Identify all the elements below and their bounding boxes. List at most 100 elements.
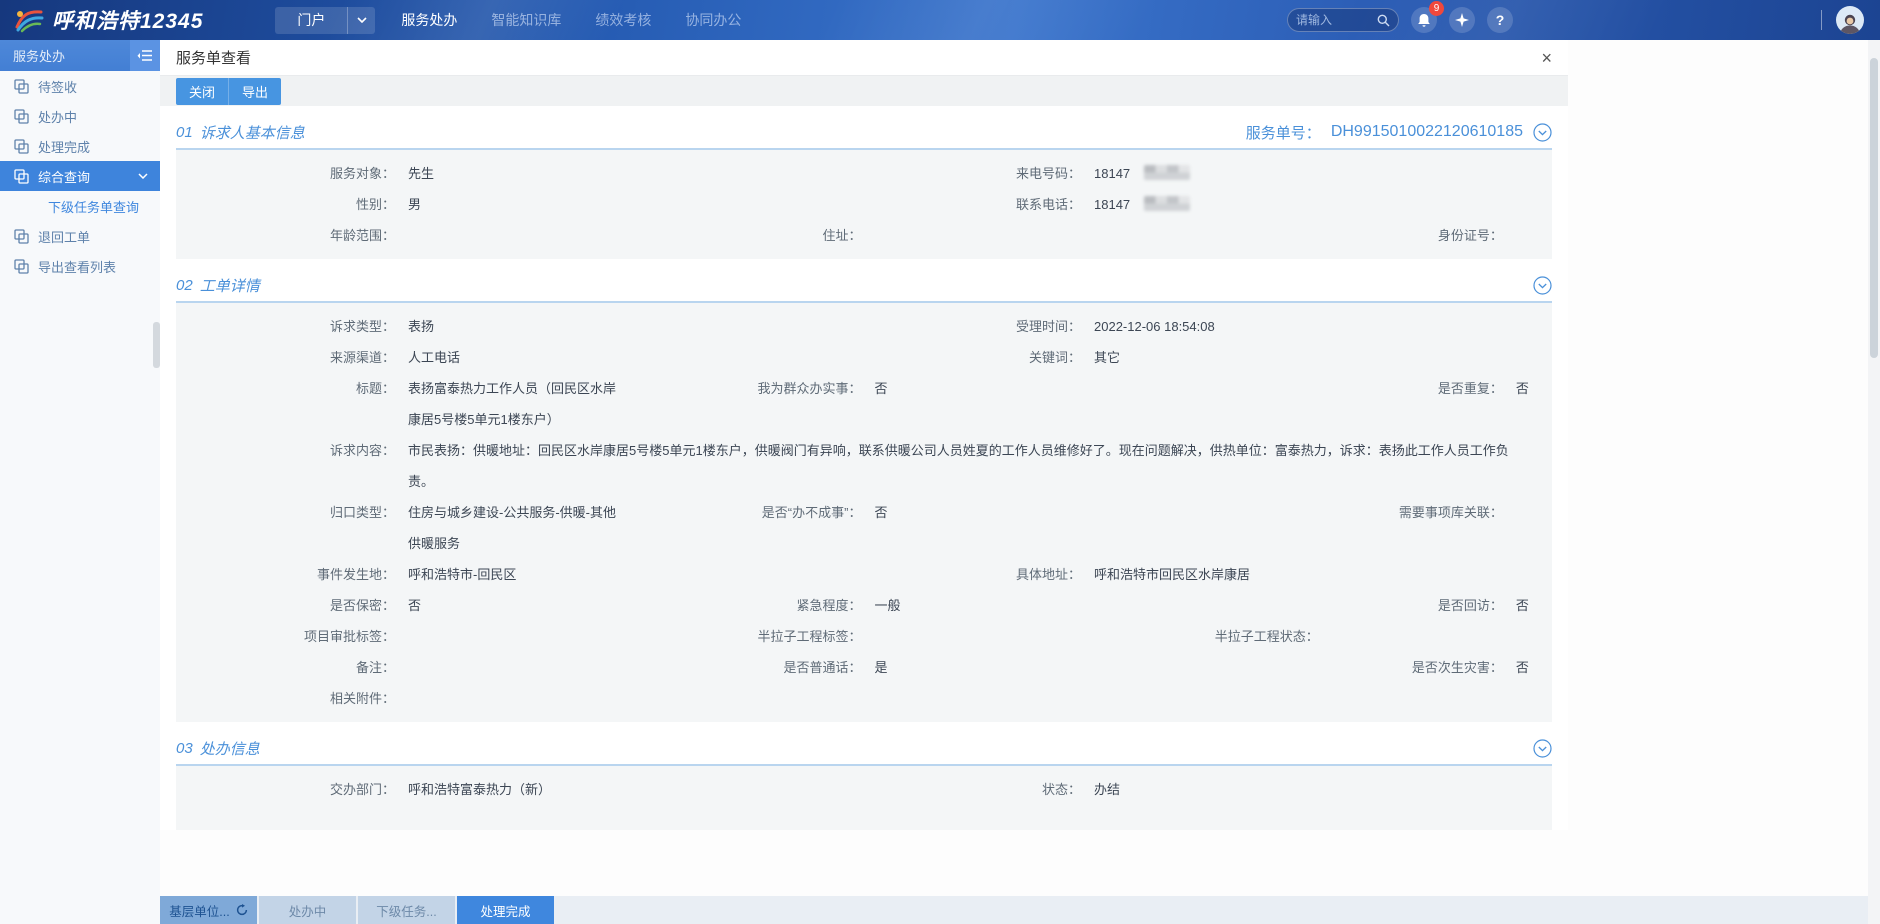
field-block: 诉求类型： 表扬 受理时间： 2022-12-06 18:54:08 来源渠道： [176,303,1552,722]
tab-grassroots-unit[interactable]: 基层单位... [160,896,257,924]
field-contact-phone: 联系电话： 18147 [864,189,1550,220]
field-value: 2022-12-06 18:54:08 [1094,311,1550,342]
sidebar-item-sub-task-query[interactable]: 下级任务单查询 [0,191,160,221]
close-icon[interactable]: × [1541,49,1552,67]
nav-item-knowledge[interactable]: 智能知识库 [491,10,561,30]
logo-text: 呼和浩特12345 [52,5,203,35]
field-secondary-disaster: 是否次生灾害： 否 [1102,652,1550,683]
compass-button[interactable] [1449,7,1475,33]
section-collapse-icon[interactable] [1533,123,1552,142]
field-value: 否 [874,497,1101,528]
search-icon[interactable] [1377,14,1390,27]
export-button[interactable]: 导出 [228,78,281,105]
section-collapse-icon[interactable] [1533,276,1552,295]
form-content: 01 诉求人基本信息 服务单号： DH9915010022120610185 [160,106,1568,830]
close-button[interactable]: 关闭 [176,78,228,105]
field-row: 归口类型： 住房与城乡建设-公共服务-供暖-其他供暖服务 是否“办不成事”： 否… [176,497,1552,559]
notification-badge: 9 [1429,1,1444,16]
field-row: 相关附件： [176,683,1552,714]
toolbar: 关闭 导出 [160,76,1568,106]
section-applicant-info: 01 诉求人基本信息 服务单号： DH9915010022120610185 [160,106,1568,259]
task-icon [14,109,29,124]
section-handling-info: 03 处办信息 交办部门： [160,722,1568,830]
tab-in-progress[interactable]: 处办中 [259,896,356,924]
chevron-down-icon[interactable] [347,7,375,34]
field-value: 办结 [1094,774,1550,805]
field-appeal-type: 诉求类型： 表扬 [178,311,864,342]
main-area: 服务单查看 × 关闭 导出 01 诉求人基本信息 服务单号： [160,40,1880,924]
service-no-label: 服务单号： [1246,122,1321,143]
nav-item-service[interactable]: 服务处办 [401,10,457,30]
help-button[interactable]: ? [1487,7,1513,33]
field-is-duplicate: 是否重复： 否 [1102,373,1550,435]
notification-bell-button[interactable]: 9 [1411,7,1437,33]
tab-sub-task[interactable]: 下级任务... [358,896,455,924]
sidebar-item-pending-sign[interactable]: 待签收 [0,71,160,101]
field-cannot-do: 是否“办不成事”： 否 [644,497,1101,559]
section-header: 03 处办信息 [176,722,1552,764]
nav-item-performance[interactable]: 绩效考核 [595,10,651,30]
field-row: 备注： 是否普通话： 是 是否次生灾害： 否 [176,652,1552,683]
sidebar-item-comprehensive-query[interactable]: 综合查询 [0,161,160,191]
portal-label: 门户 [275,10,347,30]
field-for-masses: 我为群众办实事： 否 [644,373,1101,435]
field-label: 联系电话： [864,189,1094,220]
refresh-icon[interactable] [236,904,248,916]
app-body: 服务处办 待签收 处办中 [0,40,1880,924]
section-title: 工单详情 [200,275,1533,296]
field-category: 归口类型： 住房与城乡建设-公共服务-供暖-其他供暖服务 [178,497,644,559]
field-label: 诉求类型： [178,311,408,342]
field-value: 呼和浩特市回民区水岸康居 [1094,559,1550,590]
collapse-sidebar-icon[interactable] [130,40,160,71]
field-label: 是否保密： [178,590,408,621]
field-row: 来源渠道： 人工电话 关键词： 其它 [176,342,1552,373]
field-label: 受理时间： [864,311,1094,342]
sidebar-title: 服务处办 [0,46,130,65]
sidebar-item-returned-orders[interactable]: 退回工单 [0,221,160,251]
field-unfinished-project-status: 半拉子工程状态： [1102,621,1550,652]
sidebar-item-in-progress[interactable]: 处办中 [0,101,160,131]
sidebar-item-label: 处理完成 [38,137,90,156]
section-collapse-icon[interactable] [1533,739,1552,758]
field-value: 否 [1516,652,1550,683]
field-row: 服务对象： 先生 来电号码： 18147 [176,158,1552,189]
service-order-panel: 服务单查看 × 关闭 导出 01 诉求人基本信息 服务单号： [160,40,1568,830]
field-value: 先生 [408,158,864,189]
field-event-location: 事件发生地： 呼和浩特市-回民区 [178,559,864,590]
sidebar-item-export-list[interactable]: 导出查看列表 [0,251,160,281]
service-no-value: DH9915010022120610185 [1331,123,1523,141]
vertical-scrollbar[interactable] [1868,40,1880,924]
field-label: 事件发生地： [178,559,408,590]
portal-button[interactable]: 门户 [275,7,375,34]
nav-item-collaboration[interactable]: 协同办公 [685,10,741,30]
task-icon [14,169,29,184]
field-row: 年龄范围： 住址： 身份证号： [176,220,1552,251]
field-value: 否 [874,373,1101,404]
field-row: 诉求类型： 表扬 受理时间： 2022-12-06 18:54:08 [176,311,1552,342]
logo-icon [14,7,44,33]
blurred-value [1144,196,1190,211]
field-value: 人工电话 [408,342,864,373]
field-value: 其它 [1094,342,1550,373]
sidebar-scrollbar-thumb[interactable] [153,322,160,368]
section-header: 02 工单详情 [176,259,1552,301]
task-icon [14,259,29,274]
search-input[interactable] [1296,13,1377,27]
field-caller-number: 来电号码： 18147 [864,158,1550,189]
scrollbar-thumb[interactable] [1870,58,1878,358]
field-remark: 备注： [178,652,644,683]
field-address: 住址： [644,220,1101,251]
field-label: 备注： [178,652,408,683]
user-avatar[interactable] [1836,6,1864,34]
section-title: 诉求人基本信息 [200,122,1246,143]
sidebar-item-completed[interactable]: 处理完成 [0,131,160,161]
field-appeal-content: 诉求内容： 市民表扬：供暖地址：回民区水岸康居5号楼5单元1楼东户，供暖阀门有异… [178,435,1550,497]
field-label: 身份证号： [1102,220,1516,251]
chevron-down-icon [138,173,148,179]
search-box[interactable] [1287,8,1399,32]
tab-completed[interactable]: 处理完成 [457,896,554,924]
field-label: 具体地址： [864,559,1094,590]
field-value: 男 [408,189,864,220]
field-label: 项目审批标签： [178,621,408,652]
field-label: 是否回访： [1102,590,1516,621]
